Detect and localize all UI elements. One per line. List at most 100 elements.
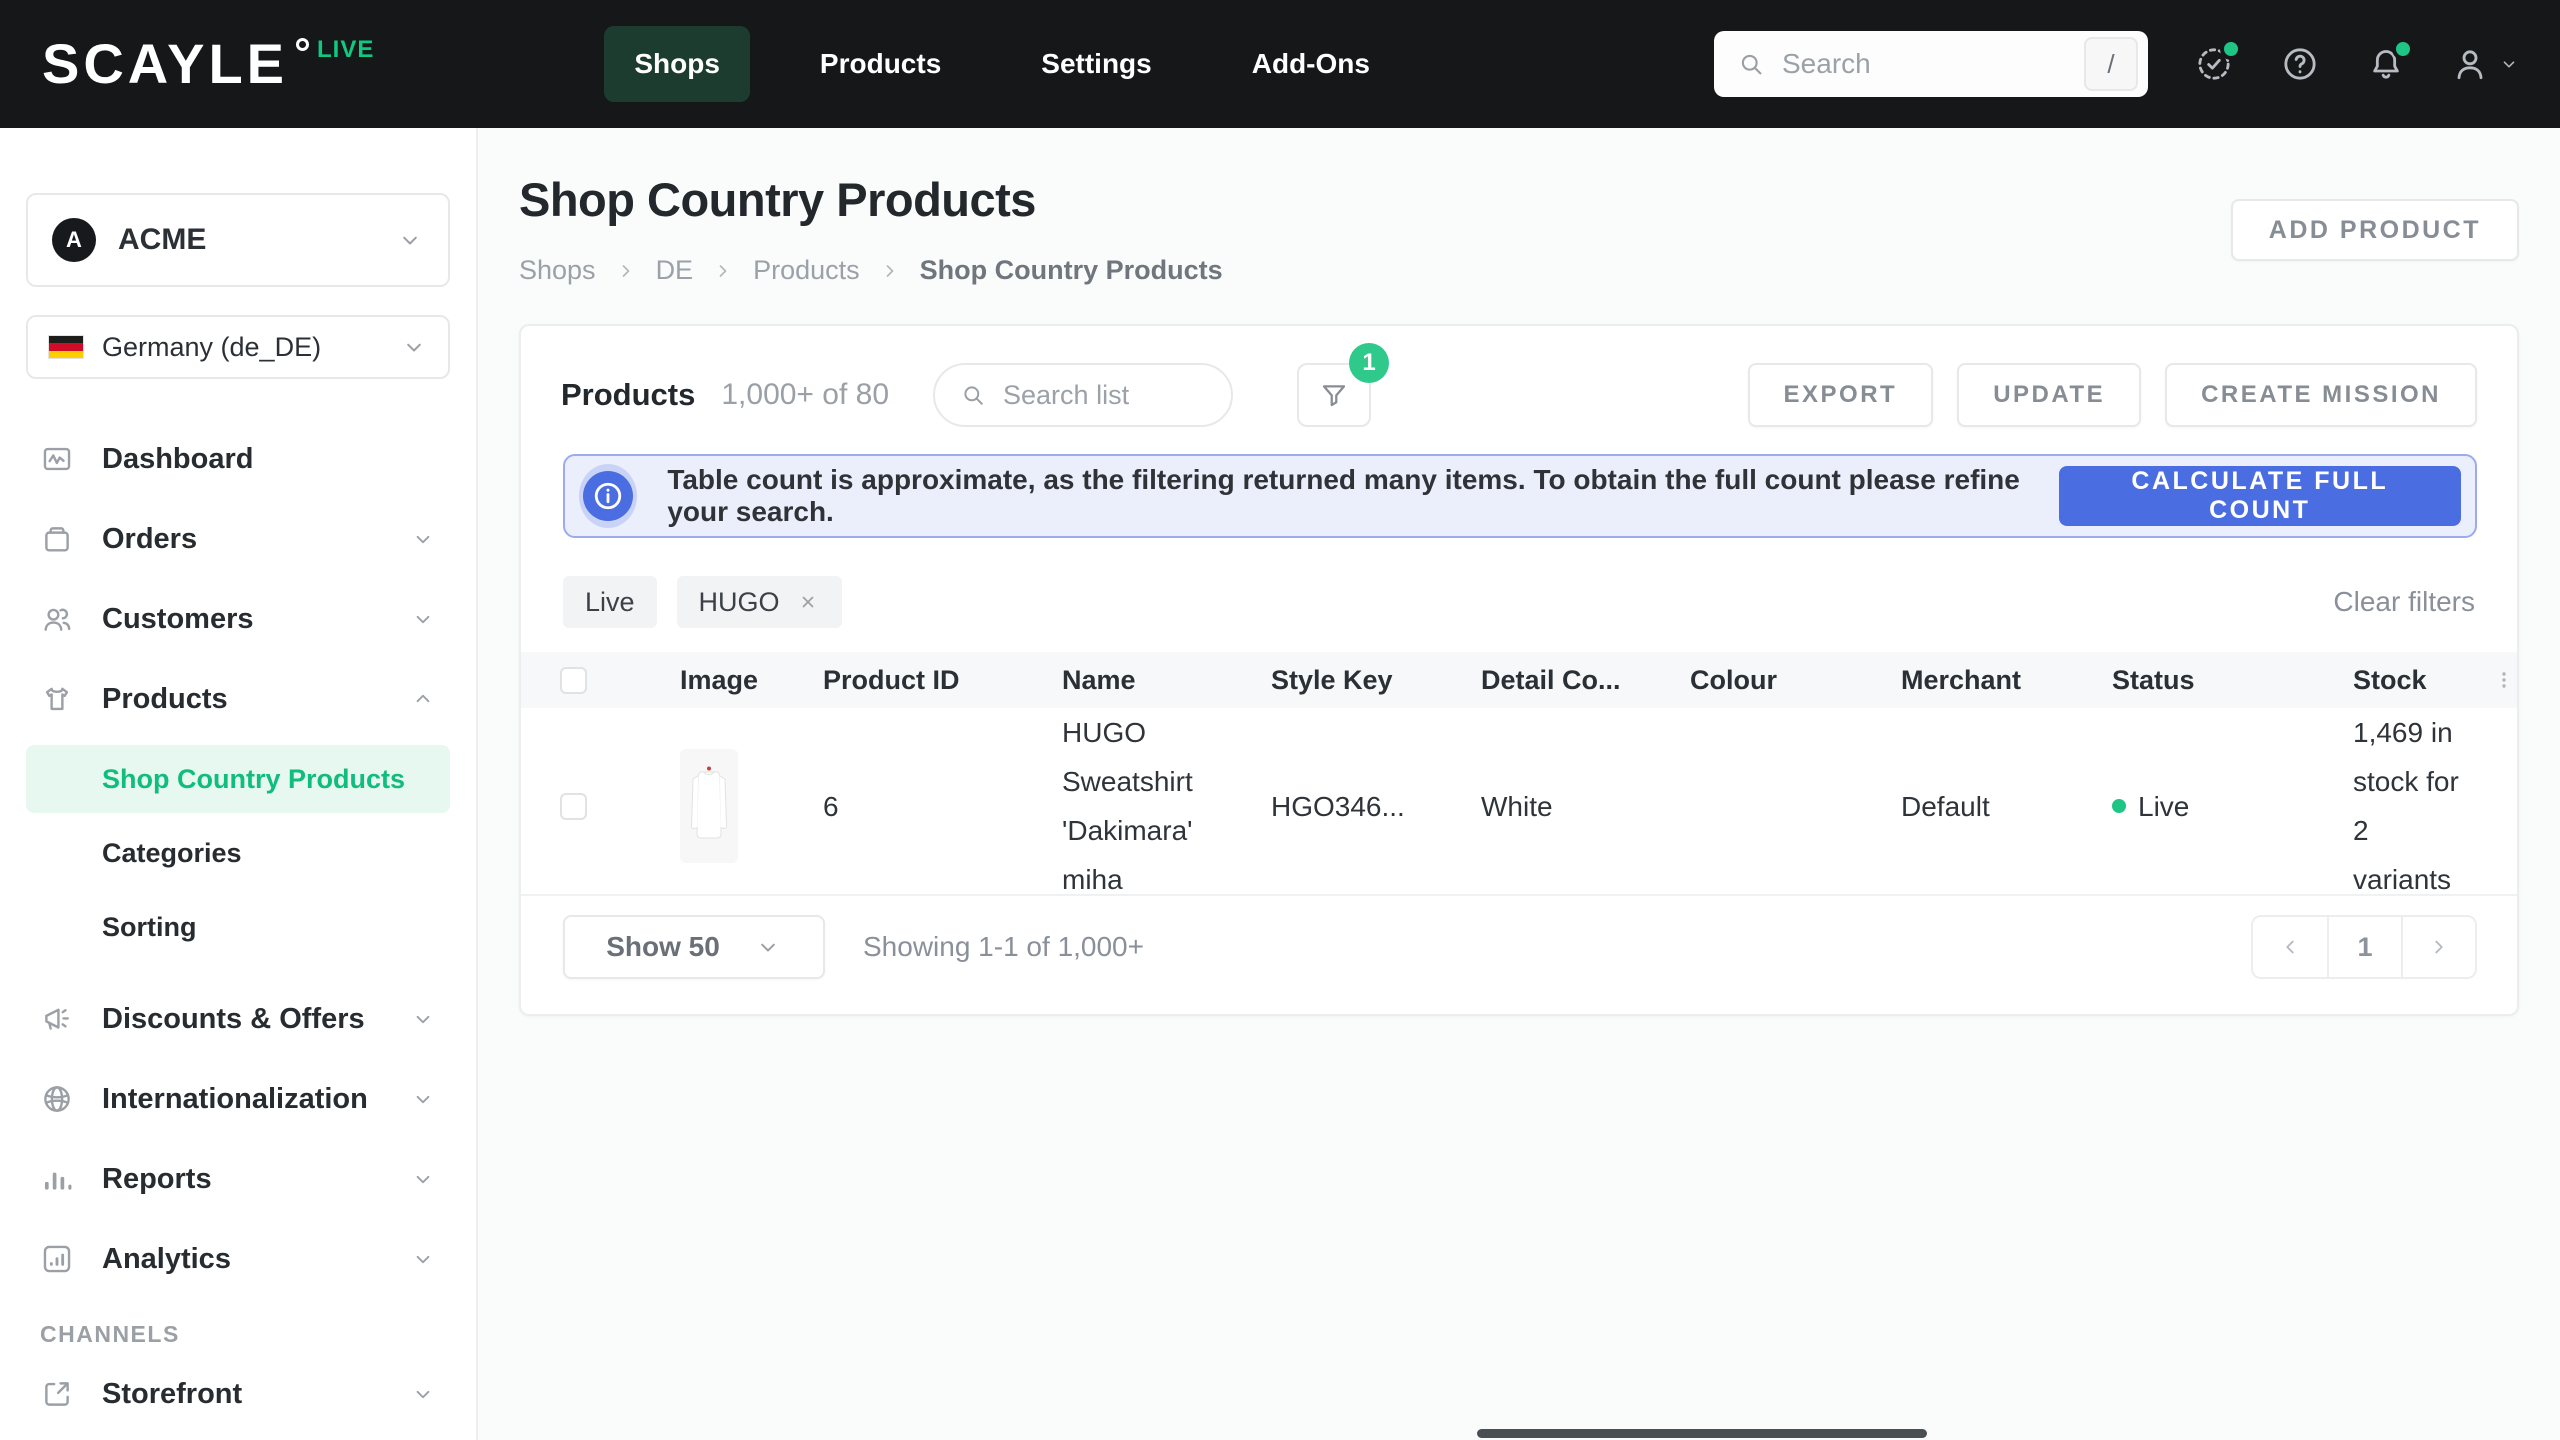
row-checkbox[interactable] [560, 793, 587, 820]
chevron-down-icon [400, 333, 428, 361]
column-header-detail-colour: Detail Co... [1481, 665, 1690, 696]
info-icon-halo [579, 464, 637, 528]
cell-name: HUGO Sweatshirt 'Dakimara' miha [1062, 708, 1271, 904]
chevron-down-icon [410, 1086, 436, 1112]
sidebar-item-products[interactable]: Products [26, 659, 450, 739]
pagination: 1 [2251, 915, 2477, 979]
select-all-checkbox[interactable] [560, 667, 587, 694]
sidebar-item-orders[interactable]: Orders [26, 499, 450, 579]
main-content: Shop Country Products Shops DE Products … [480, 128, 2560, 1440]
cell-status: Live [2112, 782, 2353, 831]
sidebar-item-reports[interactable]: Reports [26, 1139, 450, 1219]
storefront-icon [40, 1377, 74, 1411]
filter-button[interactable]: 1 [1297, 363, 1371, 427]
chevron-right-icon [878, 259, 902, 283]
chevron-down-icon [410, 606, 436, 632]
chevron-right-icon [711, 259, 735, 283]
column-header-style-key: Style Key [1271, 665, 1481, 696]
active-filters-row: Live HUGO Clear filters [563, 576, 2475, 628]
megaphone-icon [40, 1002, 74, 1036]
sidebar-item-sorting[interactable]: Sorting [26, 893, 450, 961]
clear-filters-link[interactable]: Clear filters [2333, 586, 2475, 618]
cell-detail-colour: White [1481, 782, 1690, 831]
filter-funnel-icon [1318, 379, 1350, 411]
page-size-select[interactable]: Show 50 [563, 915, 825, 979]
column-header-merchant: Merchant [1901, 665, 2112, 696]
next-page-button[interactable] [2401, 917, 2475, 977]
sidebar-item-customers[interactable]: Customers [26, 579, 450, 659]
globe-icon [40, 1082, 74, 1116]
sidebar-item-internationalization[interactable]: Internationalization [26, 1059, 450, 1139]
list-search[interactable] [933, 363, 1233, 427]
tasks-status-dot [2220, 38, 2242, 60]
sidebar-item-discounts-offers[interactable]: Discounts & Offers [26, 979, 450, 1059]
filter-chip-hugo[interactable]: HUGO [677, 576, 842, 628]
current-page-button[interactable]: 1 [2327, 917, 2401, 977]
create-mission-button[interactable]: CREATE MISSION [2165, 363, 2477, 427]
sidebar-item-dashboard[interactable]: Dashboard [26, 419, 450, 499]
brand-wordmark: SCAYLE [42, 36, 288, 92]
remove-filter-icon[interactable] [796, 590, 820, 614]
calculate-full-count-button[interactable]: CALCULATE FULL COUNT [2059, 466, 2461, 526]
table-row[interactable]: 6 HUGO Sweatshirt 'Dakimara' miha HGO346… [521, 708, 2517, 896]
nav-item-settings[interactable]: Settings [1011, 26, 1181, 102]
horizontal-scrollbar-thumb[interactable] [1477, 1429, 1927, 1438]
previous-page-button[interactable] [2253, 917, 2327, 977]
sidebar-item-shop-country-products[interactable]: Shop Country Products [26, 745, 450, 813]
list-search-input[interactable] [1001, 379, 1191, 412]
help-icon[interactable] [2278, 42, 2322, 86]
search-shortcut-key: / [2084, 37, 2138, 91]
chevron-up-icon [410, 686, 436, 712]
product-thumbnail [680, 749, 738, 863]
breadcrumb-products[interactable]: Products [753, 255, 860, 286]
dashboard-icon [40, 442, 74, 476]
sidebar-menu: Dashboard Orders Customers Products Shop… [26, 419, 450, 1434]
sweatshirt-image [680, 749, 738, 863]
nav-item-products[interactable]: Products [790, 26, 971, 102]
breadcrumb-current: Shop Country Products [920, 255, 1223, 286]
sidebar-item-categories[interactable]: Categories [26, 819, 450, 887]
global-search-input[interactable] [1780, 47, 2050, 81]
column-settings-kebab-icon[interactable] [2492, 665, 2516, 695]
banner-message: Table count is approximate, as the filte… [667, 464, 2058, 528]
column-header-status: Status [2112, 665, 2353, 696]
scayle-logo[interactable]: SCAYLE LIVE [42, 36, 374, 92]
chevron-down-icon [410, 526, 436, 552]
status-live-dot [2112, 799, 2126, 813]
products-panel: Products 1,000+ of 80 1 EXPORT UPDATE CR… [519, 324, 2519, 1016]
customers-icon [40, 602, 74, 636]
tasks-progress-icon[interactable] [2192, 42, 2236, 86]
nav-item-addons[interactable]: Add-Ons [1222, 26, 1400, 102]
products-icon [40, 682, 74, 716]
global-search[interactable]: / [1714, 31, 2148, 97]
chevron-right-icon [2426, 934, 2452, 960]
environment-badge: LIVE [317, 36, 374, 64]
panel-title: Products [561, 377, 695, 413]
org-selector[interactable]: A ACME [26, 193, 450, 287]
chevron-down-icon [410, 1246, 436, 1272]
top-navbar: SCAYLE LIVE Shops Products Settings Add-… [0, 0, 2560, 128]
cell-image [680, 749, 823, 863]
approximate-count-banner: Table count is approximate, as the filte… [563, 454, 2477, 538]
breadcrumb: Shops DE Products Shop Country Products [519, 255, 2519, 286]
breadcrumb-de[interactable]: DE [656, 255, 694, 286]
info-icon [583, 471, 633, 521]
export-button[interactable]: EXPORT [1748, 363, 1934, 427]
chevron-down-icon [754, 933, 782, 961]
update-button[interactable]: UPDATE [1957, 363, 2141, 427]
shop-country-selector[interactable]: Germany (de_DE) [26, 315, 450, 379]
nav-item-shops[interactable]: Shops [604, 26, 750, 102]
sidebar-item-analytics[interactable]: Analytics [26, 1219, 450, 1299]
sidebar-item-storefront[interactable]: Storefront [26, 1354, 450, 1434]
filter-chip-live[interactable]: Live [563, 576, 657, 628]
bar-chart-icon [40, 1162, 74, 1196]
notifications-bell-icon[interactable] [2364, 42, 2408, 86]
breadcrumb-shops[interactable]: Shops [519, 255, 596, 286]
cell-merchant: Default [1901, 782, 2112, 831]
chevron-down-icon [2498, 53, 2520, 75]
org-name: ACME [118, 223, 206, 257]
shop-country-label: Germany (de_DE) [102, 332, 321, 363]
account-menu[interactable] [2450, 44, 2520, 84]
add-product-button[interactable]: ADD PRODUCT [2231, 199, 2519, 261]
column-header-name: Name [1062, 665, 1271, 696]
